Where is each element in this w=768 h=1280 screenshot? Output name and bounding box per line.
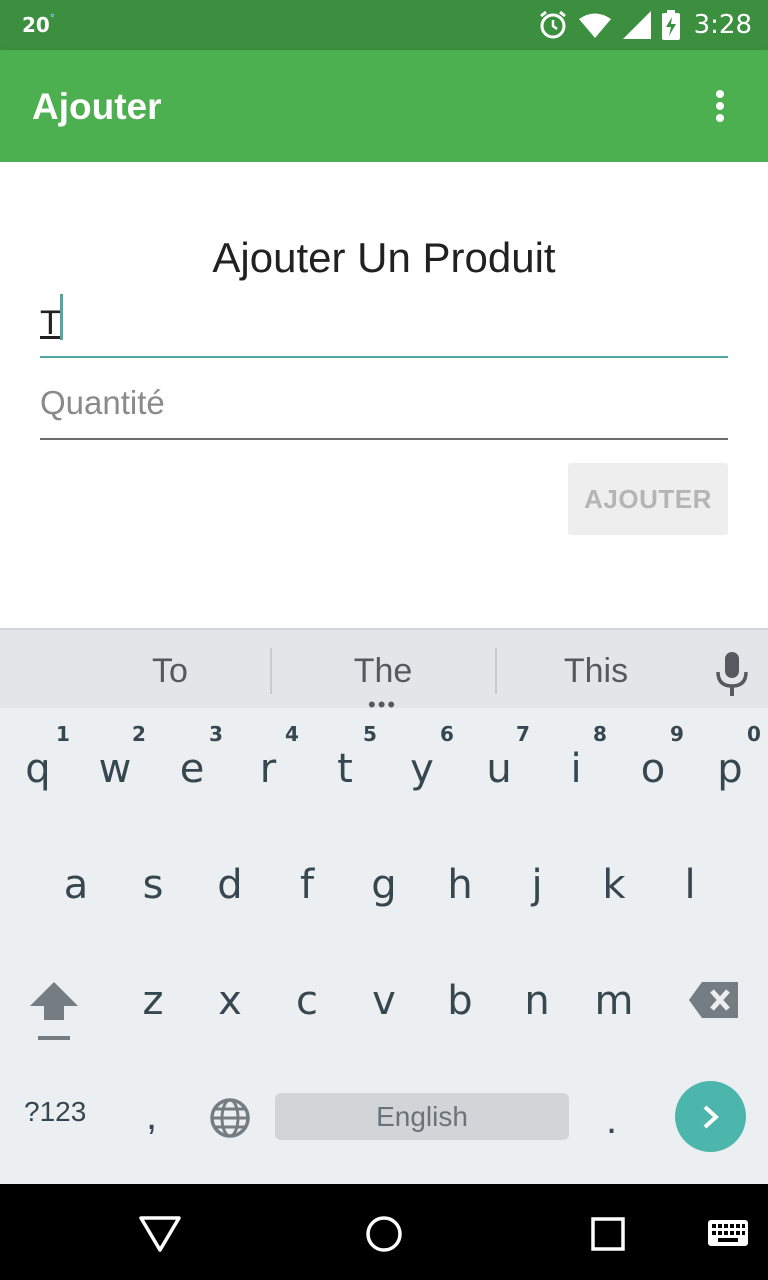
app-bar-title: Ajouter — [32, 86, 162, 127]
suggestion-item[interactable]: The — [283, 652, 483, 691]
symbols-key[interactable]: ?123 — [24, 1096, 86, 1128]
key-m[interactable]: m — [576, 978, 652, 1024]
key-c[interactable]: c — [269, 978, 345, 1024]
key-f[interactable]: f — [269, 862, 345, 908]
suggestion-strip: To The ••• This — [0, 628, 768, 716]
key-g[interactable]: g — [346, 862, 422, 908]
navigation-bar — [0, 1184, 768, 1280]
key-o[interactable]: o — [615, 746, 691, 792]
key-hint: 0 — [747, 722, 761, 746]
key-n[interactable]: n — [499, 978, 575, 1024]
key-k[interactable]: k — [576, 862, 652, 908]
key-y[interactable]: y — [384, 746, 460, 792]
key-p[interactable]: p — [692, 746, 768, 792]
key-hint: 3 — [209, 722, 223, 746]
key-hint: 6 — [440, 722, 454, 746]
key-d[interactable]: d — [192, 862, 268, 908]
keyboard-switch-icon[interactable] — [706, 1212, 750, 1256]
key-hint: 1 — [56, 722, 70, 746]
key-i[interactable]: i — [538, 746, 614, 792]
status-bar: 20° 3:28 — [0, 0, 768, 50]
soft-keyboard: q 1 w 2 e 3 r 4 t 5 y 6 u 7 i 8 o 9 p 0 … — [0, 708, 768, 1184]
key-v[interactable]: v — [346, 978, 422, 1024]
form-heading: Ajouter Un Produit — [212, 234, 556, 281]
key-s[interactable]: s — [115, 862, 191, 908]
product-name-field[interactable]: T — [40, 290, 728, 358]
wifi-icon — [578, 13, 611, 38]
key-h[interactable]: h — [422, 862, 498, 908]
globe-icon[interactable] — [208, 1096, 252, 1140]
key-hint: 7 — [516, 722, 530, 746]
alarm-icon — [539, 10, 566, 39]
key-x[interactable]: x — [192, 978, 268, 1024]
recents-icon[interactable] — [586, 1212, 630, 1256]
key-w[interactable]: w — [77, 746, 153, 792]
suggestion-item[interactable]: This — [496, 652, 696, 691]
text-cursor — [60, 294, 63, 340]
key-a[interactable]: a — [38, 862, 114, 908]
degree-symbol: ° — [49, 13, 55, 24]
clock-time: 3:28 — [693, 10, 752, 40]
temperature-value: 20 — [22, 13, 50, 37]
key-l[interactable]: l — [652, 862, 728, 908]
backspace-icon[interactable] — [688, 980, 740, 1020]
key-hint: 4 — [285, 722, 299, 746]
key-q[interactable]: q — [0, 746, 76, 792]
mic-icon[interactable] — [712, 650, 752, 698]
key-hint: 9 — [670, 722, 684, 746]
add-button[interactable]: AJOUTER — [568, 463, 728, 535]
product-name-value: T — [40, 304, 61, 342]
quantity-field[interactable]: Quantité — [40, 374, 728, 440]
enter-arrow-icon — [703, 1105, 719, 1128]
suggestion-item[interactable]: To — [70, 652, 270, 691]
suggestion-divider — [270, 648, 272, 694]
key-j[interactable]: j — [499, 862, 575, 908]
app-bar: Ajouter — [0, 50, 768, 162]
key-r[interactable]: r — [230, 746, 306, 792]
key-b[interactable]: b — [422, 978, 498, 1024]
key-hint: 8 — [593, 722, 607, 746]
battery-charging-icon — [661, 10, 680, 40]
shift-icon[interactable] — [28, 980, 80, 1042]
period-key[interactable]: . — [606, 1098, 617, 1143]
key-e[interactable]: e — [154, 746, 230, 792]
key-hint: 5 — [363, 722, 377, 746]
comma-key[interactable]: , — [146, 1094, 157, 1139]
key-t[interactable]: t — [307, 746, 383, 792]
key-hint: 2 — [132, 722, 146, 746]
enter-key[interactable] — [675, 1081, 746, 1152]
back-icon[interactable] — [138, 1212, 182, 1256]
main-content: Ajouter Un Produit T Quantité AJOUTER — [0, 162, 768, 628]
home-icon[interactable] — [362, 1212, 406, 1256]
weather-temperature: 20° — [22, 13, 55, 37]
quantity-placeholder: Quantité — [40, 384, 165, 421]
space-key[interactable]: English — [275, 1093, 569, 1140]
key-u[interactable]: u — [461, 746, 537, 792]
key-z[interactable]: z — [115, 978, 191, 1024]
signal-icon — [622, 11, 651, 39]
more-vert-icon[interactable] — [700, 86, 740, 126]
status-icons: 3:28 — [538, 8, 752, 42]
